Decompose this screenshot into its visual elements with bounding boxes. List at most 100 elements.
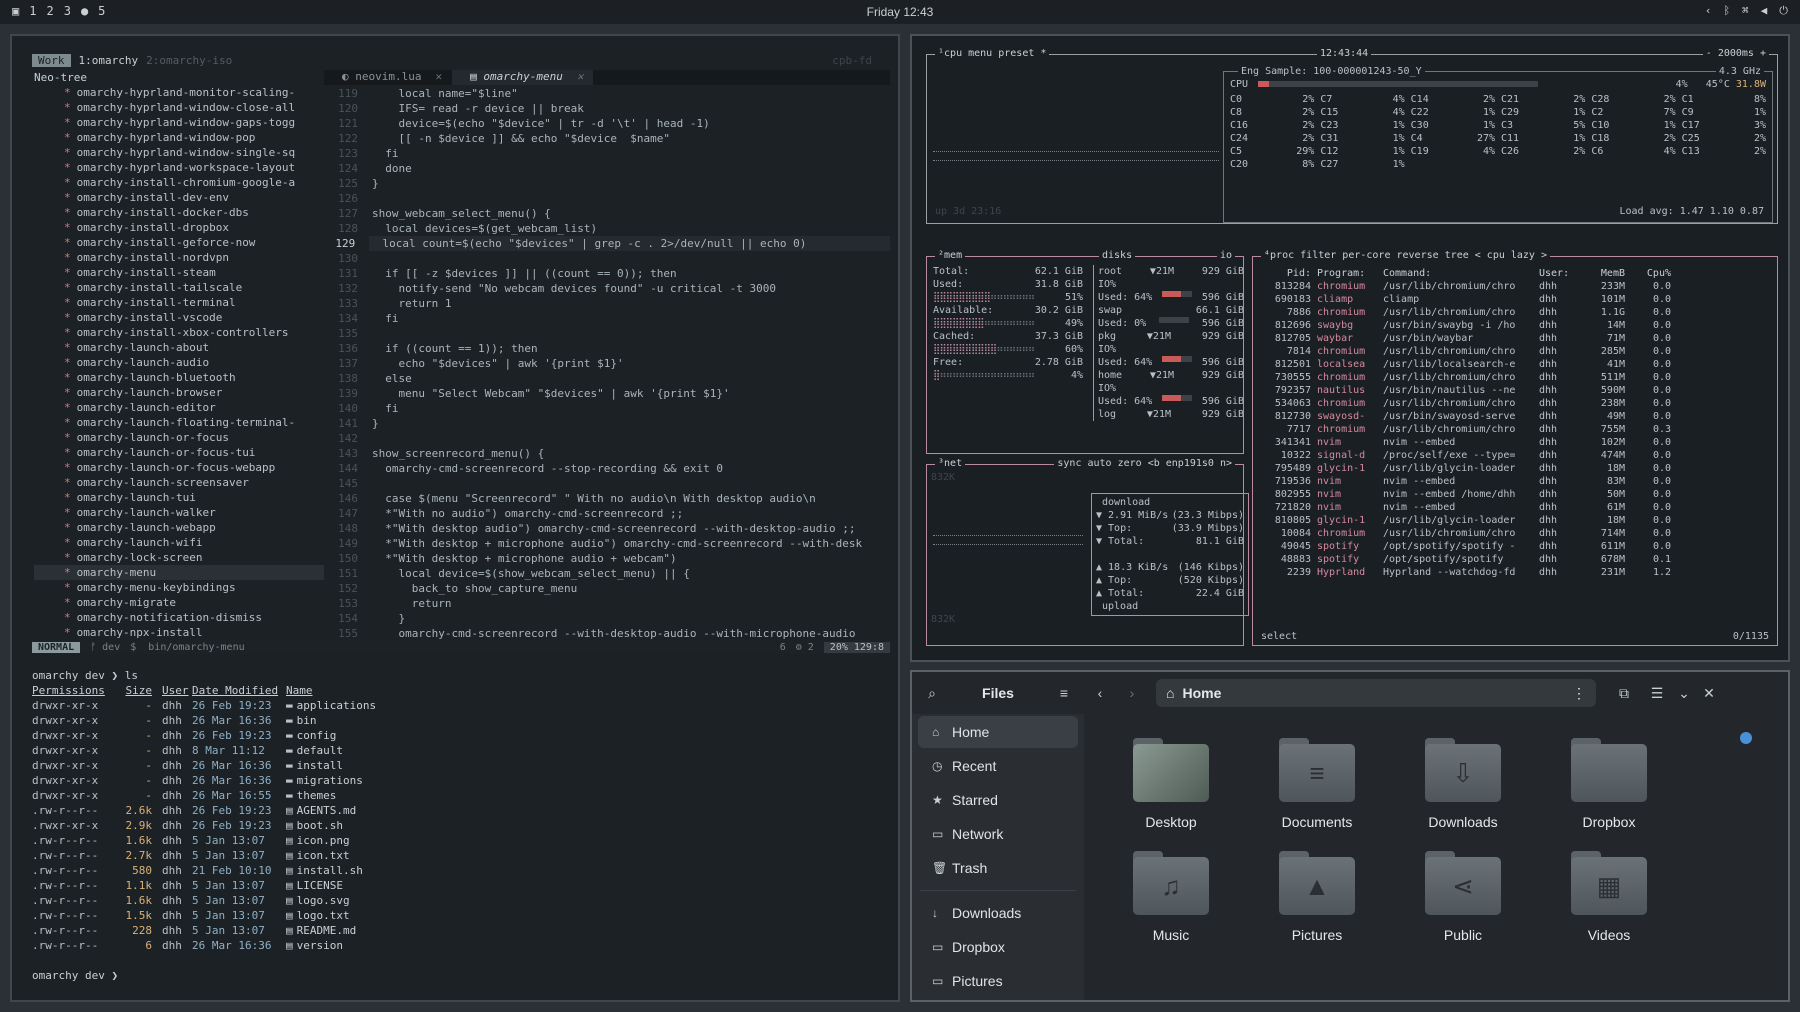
tree-item[interactable]: * omarchy-launch-about — [34, 340, 324, 355]
code-buffer[interactable]: 119 local name="$line" 120 IFS= read -r d… — [324, 86, 890, 641]
tab-omarchy-menu[interactable]: ▤ omarchy-menu ✕ — [452, 70, 594, 85]
tree-item[interactable]: * omarchy-install-tailscale — [34, 280, 324, 295]
folder-public[interactable]: ⋖ Public — [1398, 851, 1528, 943]
tree-item[interactable]: * omarchy-hyprland-monitor-scaling- — [34, 85, 324, 100]
proc-row[interactable]: 812730 swayosd- /usr/bin/swayosd-serve dhh 4… — [1261, 410, 1771, 423]
folder-downloads[interactable]: ⇩ Downloads — [1398, 738, 1528, 830]
tree-item[interactable]: * omarchy-npx-install — [34, 625, 324, 640]
list-view-icon[interactable]: ☰ — [1642, 685, 1672, 702]
sidebar-item-network[interactable]: ▭ Network — [918, 818, 1078, 850]
close-icon[interactable]: ✕ — [435, 70, 442, 83]
ls-name[interactable]: ▤ boot.sh — [286, 818, 343, 833]
btop-window[interactable]: ¹cpu menu preset * 12:43:44 - 2000ms + u… — [910, 34, 1790, 662]
proc-row[interactable]: 721820 nvim nvim --embed dhh 61M 0.0 — [1261, 501, 1771, 514]
folder-pictures[interactable]: ▲ Pictures — [1252, 851, 1382, 943]
files-window[interactable]: ⌕ Files ≡ ‹ › ⌂ Home ⋮ ⧉ ☰ ⌄ ✕ ⌂ Home ◷ Rec… — [910, 670, 1790, 1002]
ls-name[interactable]: ▤ README.md — [286, 923, 356, 938]
tree-item[interactable]: * omarchy-launch-or-focus — [34, 430, 324, 445]
proc-row[interactable]: 7717 chromium/usr/lib/chromium/chro dhh 755… — [1261, 423, 1771, 436]
folder-videos[interactable]: ▦ Videos — [1544, 851, 1674, 943]
proc-row[interactable]: 10322 signal-d/proc/self/exe --type= dhh 47… — [1261, 449, 1771, 462]
new-tab-icon[interactable]: ⧉ — [1606, 685, 1642, 702]
hdr-program[interactable]: Program: — [1317, 267, 1377, 280]
ls-name[interactable]: ▬ themes — [286, 788, 336, 803]
tree-item[interactable]: * omarchy-launch-webapp — [34, 520, 324, 535]
tree-item[interactable]: * omarchy-lock-screen — [34, 550, 324, 565]
hdr-user[interactable]: User: — [1539, 267, 1579, 280]
tree-item[interactable]: * omarchy-launch-bluetooth — [34, 370, 324, 385]
ls-name[interactable]: ▤ logo.txt — [286, 908, 350, 923]
tree-item[interactable]: * omarchy-menu-keybindings — [34, 580, 324, 595]
hdr-cpu[interactable]: Cpu% — [1631, 267, 1671, 280]
proc-row[interactable]: 7886 chromium/usr/lib/chromium/chro dhh 1.1… — [1261, 306, 1771, 319]
proc-row[interactable]: 813284 chromium/usr/lib/chromium/chro dhh 2… — [1261, 280, 1771, 293]
process-table[interactable]: Pid: Program: Command: User: MemB Cpu% 8… — [1261, 267, 1771, 579]
tree-item[interactable]: * omarchy-launch-or-focus-tui — [34, 445, 324, 460]
forward-button[interactable]: › — [1116, 685, 1148, 701]
sidebar-item-starred[interactable]: ★ Starred — [918, 784, 1078, 816]
sidebar-item-recent[interactable]: ◷ Recent — [918, 750, 1078, 782]
proc-row[interactable]: 810805 glycin-1/usr/lib/glycin-loader dhh 1… — [1261, 514, 1771, 527]
tree-item[interactable]: * omarchy-menu — [34, 565, 324, 580]
tree-item[interactable]: * omarchy-launch-floating-terminal- — [34, 415, 324, 430]
proc-row[interactable]: 812501 localsea/usr/lib/localsearch-e dhh 4… — [1261, 358, 1771, 371]
hamburger-menu-icon[interactable]: ≡ — [1044, 685, 1084, 701]
tree-item[interactable]: * omarchy-launch-browser — [34, 385, 324, 400]
tree-item[interactable]: * omarchy-install-geforce-now — [34, 235, 324, 250]
close-window-icon[interactable]: ✕ — [1696, 685, 1722, 702]
close-icon[interactable]: ✕ — [577, 70, 584, 83]
bluetooth-icon[interactable]: ᛒ — [1723, 4, 1730, 18]
folder-desktop[interactable]: Desktop — [1106, 738, 1236, 830]
proc-row[interactable]: 795489 glycin-1/usr/lib/glycin-loader dhh 1… — [1261, 462, 1771, 475]
ls-name[interactable]: ▬ config — [286, 728, 336, 743]
back-button[interactable]: ‹ — [1084, 685, 1116, 701]
ls-name[interactable]: ▤ version — [286, 938, 343, 953]
file-tree[interactable]: Neo-tree * omarchy-hyprland-monitor-scali… — [34, 70, 324, 640]
proc-row[interactable]: 812705 waybar/usr/bin/waybar dhh 71M 0.0 — [1261, 332, 1771, 345]
tree-item[interactable]: * omarchy-launch-screensaver — [34, 475, 324, 490]
proc-row[interactable]: 812696 swaybg/usr/bin/swaybg -i /ho dhh 14M… — [1261, 319, 1771, 332]
tmux-tab-2[interactable]: 2:omarchy-iso — [146, 54, 232, 67]
tree-item[interactable]: * omarchy-hyprland-workspace-layout — [34, 160, 324, 175]
ls-name[interactable]: ▬ install — [286, 758, 343, 773]
proc-row[interactable]: 2239 Hyprland Hyprland --watchdog-fd dhh 231… — [1261, 566, 1771, 579]
tree-item[interactable]: * omarchy-install-vscode — [34, 310, 324, 325]
proc-row[interactable]: 792357 nautilus/usr/bin/nautilus --ne dhh 5… — [1261, 384, 1771, 397]
ls-name[interactable]: ▤ icon.txt — [286, 848, 350, 863]
sidebar-item-trash[interactable]: 🗑 Trash — [918, 852, 1078, 884]
hdr-mem[interactable]: MemB — [1585, 267, 1625, 280]
sidebar-item-dropbox[interactable]: ▭ Dropbox — [918, 931, 1078, 963]
net-options[interactable]: sync auto zero <b enp191s0 n> — [1054, 458, 1235, 469]
clock[interactable]: Friday 12:43 — [0, 5, 1800, 19]
folder-dropbox[interactable]: Dropbox — [1544, 738, 1674, 830]
proc-select[interactable]: select — [1261, 630, 1297, 643]
preset-button[interactable]: preset * — [998, 48, 1046, 59]
hdr-command[interactable]: Command: — [1383, 267, 1533, 280]
proc-row[interactable]: 48883 spotify/opt/spotify/spotify dhh 678M 0… — [1261, 553, 1771, 566]
chevron-left-icon[interactable]: ‹ — [1705, 4, 1712, 18]
view-options-chevron-icon[interactable]: ⌄ — [1672, 685, 1696, 702]
ls-name[interactable]: ▤ LICENSE — [286, 878, 343, 893]
tree-item[interactable]: * omarchy-migrate — [34, 595, 324, 610]
terminal-pane[interactable]: omarchy dev ❯ ls Permissions Size User D… — [32, 668, 890, 983]
folder-music[interactable]: ♫ Music — [1106, 851, 1236, 943]
proc-row[interactable]: 10084 chromium/usr/lib/chromium/chro dhh 71… — [1261, 527, 1771, 540]
ls-name[interactable]: ▬ migrations — [286, 773, 363, 788]
folder-documents[interactable]: ≡ Documents — [1252, 738, 1382, 830]
tree-item[interactable]: * omarchy-hyprland-window-pop — [34, 130, 324, 145]
tree-item[interactable]: * omarchy-launch-walker — [34, 505, 324, 520]
more-options-icon[interactable]: ⋮ — [1572, 685, 1586, 702]
tree-item[interactable]: * omarchy-launch-tui — [34, 490, 324, 505]
proc-row[interactable]: 802955 nvim nvim --embed /home/dhh dhh 50M 0.… — [1261, 488, 1771, 501]
power-icon[interactable]: ⏻ — [1779, 4, 1788, 18]
tree-item[interactable]: * omarchy-install-chromium-google-a — [34, 175, 324, 190]
tree-item[interactable]: * omarchy-launch-or-focus-webapp — [34, 460, 324, 475]
editor-window[interactable]: Work 1:omarchy 2:omarchy-iso cpb-fd Neo-… — [10, 34, 900, 1002]
tree-item[interactable]: * omarchy-install-dev-env — [34, 190, 324, 205]
proc-row[interactable]: 49045 spotify/opt/spotify/spotify - dhh 611… — [1261, 540, 1771, 553]
sidebar-item-downloads[interactable]: ↓ Downloads — [918, 897, 1078, 929]
shell-prompt-2[interactable]: omarchy dev ❯ — [32, 968, 890, 983]
tmux-tab-1[interactable]: 1:omarchy — [79, 54, 139, 67]
refresh-rate[interactable]: - 2000ms + — [1702, 48, 1769, 59]
ls-name[interactable]: ▤ logo.svg — [286, 893, 350, 908]
